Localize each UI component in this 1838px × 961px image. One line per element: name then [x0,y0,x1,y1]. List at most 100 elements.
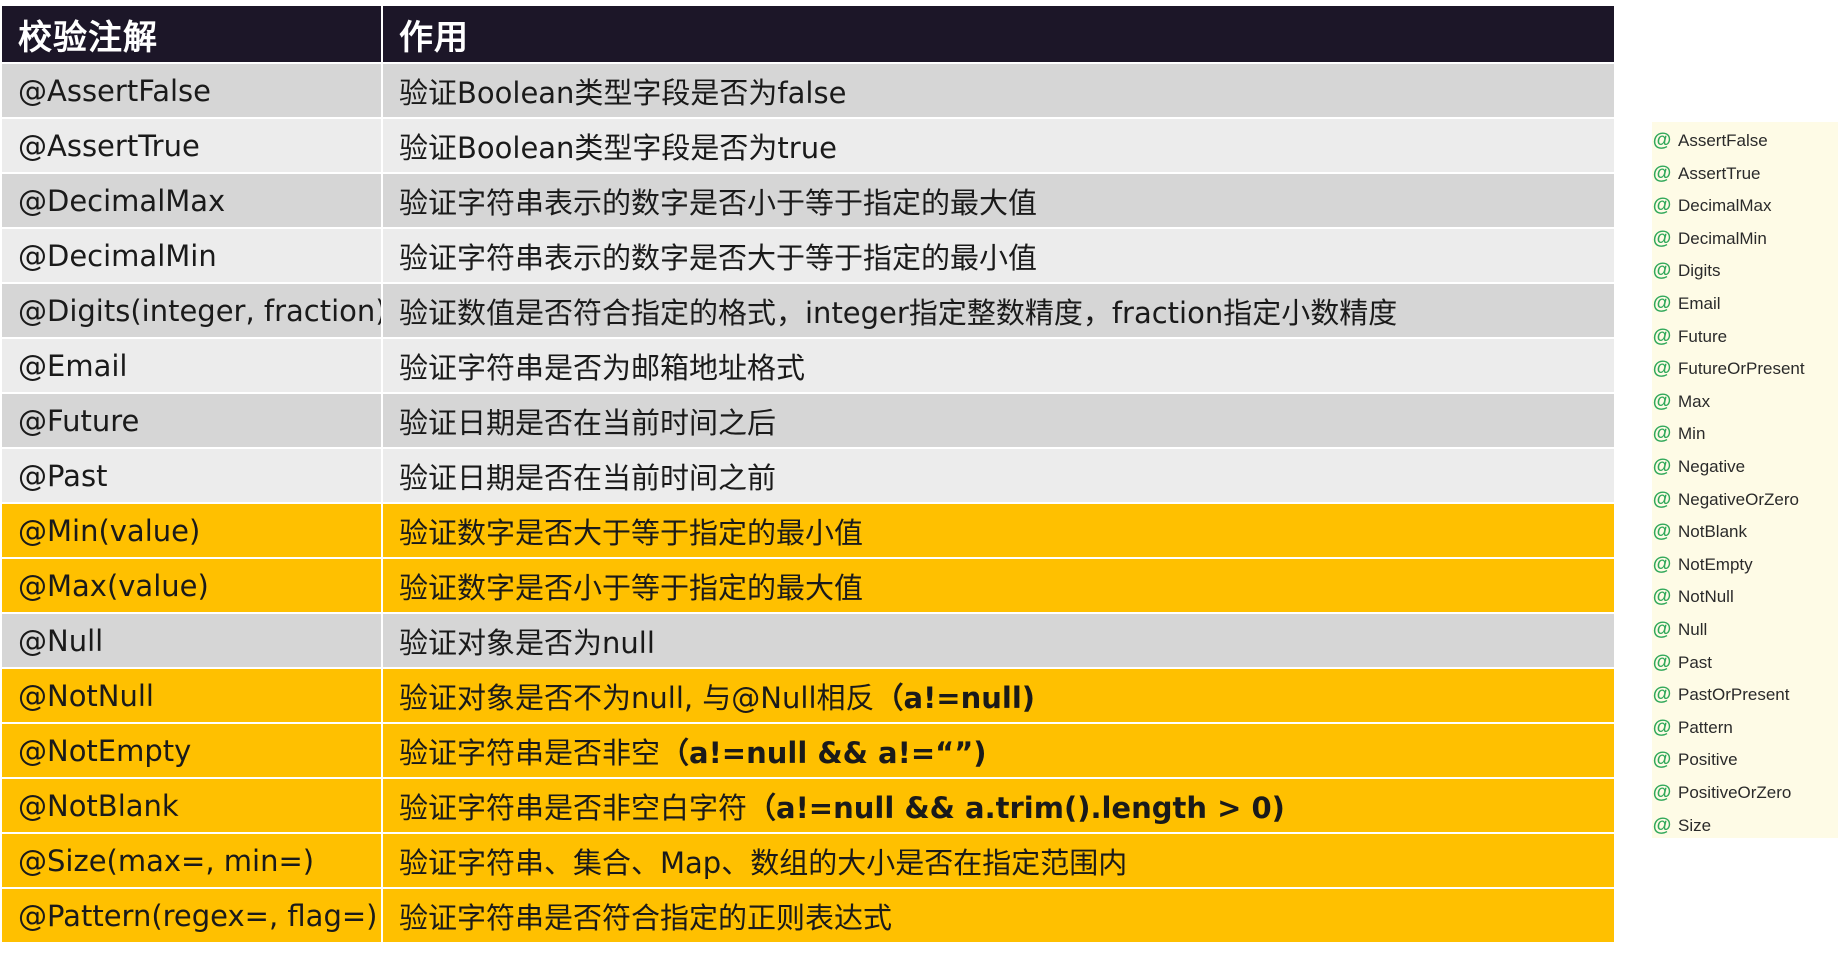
description-text: 验证日期是否在当前时间之后 [399,405,777,440]
autocomplete-item-label: Past [1678,652,1713,672]
description-text: 验证对象是否不为null, 与@Null相反 [399,680,875,715]
table-row: @NotNull 验证对象是否不为null, 与@Null相反（a!=null) [2,669,1614,724]
header-annotation: 校验注解 [2,6,383,64]
autocomplete-item-label: PastOrPresent [1678,685,1790,705]
table-row: @NotEmpty 验证字符串是否非空（a!=null && a!=“”) [2,724,1614,779]
autocomplete-item-label: NotEmpty [1678,554,1753,574]
description-cell: 验证对象是否为null [383,614,1614,669]
autocomplete-item[interactable]: @ Negative [1652,452,1745,482]
autocomplete-item-label: PositiveOrZero [1678,783,1792,802]
description-text: 验证数字是否小于等于指定的最大值 [399,570,864,605]
autocomplete-item[interactable]: @ Null [1652,615,1708,645]
description-text: 验证对象是否为null [399,625,655,660]
autocomplete-item-label: Future [1678,326,1728,346]
annotation-icon: @ [1652,227,1672,249]
autocomplete-item-label: AssertFalse [1678,131,1768,150]
autocomplete-item[interactable]: @ NotEmpty [1652,550,1753,580]
description-cell: 验证数值是否符合指定的格式，integer指定整数精度，fraction指定小数… [383,284,1614,339]
annotation-icon: @ [1652,456,1672,477]
autocomplete-item[interactable]: @ Min [1652,419,1706,449]
annotation-cell: @Max(value) [2,559,383,614]
autocomplete-item[interactable]: @ Positive [1652,745,1738,775]
description-condition: （a!=null && a!=“”) [660,735,987,770]
annotation-icon: @ [1652,586,1672,608]
autocomplete-item[interactable]: @ AssertFalse [1652,126,1768,156]
autocomplete-item[interactable]: @ NotNull [1652,582,1734,612]
autocomplete-item[interactable]: @ Future [1652,322,1727,352]
autocomplete-item-label: Digits [1678,261,1721,281]
annotation-icon: @ [1652,423,1672,445]
autocomplete-item[interactable]: @ DecimalMin [1652,224,1767,254]
autocomplete-item-label: NegativeOrZero [1678,489,1799,509]
description-text: 验证字符串是否为邮箱地址格式 [399,350,806,385]
autocomplete-item-label: Pattern [1678,717,1733,737]
autocomplete-item[interactable]: @ PastOrPresent [1652,680,1790,710]
annotation-icon: @ [1652,684,1672,706]
annotation-cell: @Past [2,449,383,504]
annotation-cell: @Null [2,614,383,669]
table-row: @AssertTrue 验证Boolean类型字段是否为true [2,119,1614,174]
autocomplete-item[interactable]: @ AssertTrue [1652,159,1761,189]
description-cell: 验证数字是否小于等于指定的最大值 [383,559,1614,614]
autocomplete-item-label: Min [1678,424,1706,444]
autocomplete-item-label: Positive [1678,750,1738,770]
autocomplete-item[interactable]: @ Email [1652,289,1721,319]
table-row: @AssertFalse 验证Boolean类型字段是否为false [2,64,1614,119]
autocomplete-item-label: DecimalMax [1678,196,1772,216]
autocomplete-item[interactable]: @ FutureOrPresent [1652,354,1805,384]
annotation-cell: @Future [2,394,383,449]
annotation-icon: @ [1652,260,1672,282]
description-text: 验证Boolean类型字段是否为false [399,75,847,110]
annotation-autocomplete-list: @ AssertFalse @ AssertTrue @ DecimalMax @ Decim… [1652,122,1838,838]
autocomplete-item[interactable]: @ Size [1652,811,1711,838]
annotation-icon: @ [1652,162,1672,184]
annotation-icon: @ [1652,390,1672,412]
annotation-cell: @AssertTrue [2,119,383,174]
table-row: @Future 验证日期是否在当前时间之后 [2,394,1614,449]
autocomplete-item[interactable]: @ NotBlank [1652,517,1747,547]
table-row: @NotBlank 验证字符串是否非空白字符（a!=null && a.trim(… [2,779,1614,834]
description-text: 验证数值是否符合指定的格式，integer指定整数精度，fraction指定小数… [399,295,1398,330]
table-row: @Past 验证日期是否在当前时间之前 [2,449,1614,504]
description-cell: 验证日期是否在当前时间之后 [383,394,1614,449]
autocomplete-item[interactable]: @ DecimalMax [1652,191,1772,221]
description-cell: 验证对象是否不为null, 与@Null相反（a!=null) [383,669,1614,724]
annotation-cell: @NotNull [2,669,383,724]
autocomplete-item-label: NotNull [1678,587,1734,607]
description-cell: 验证字符串是否符合指定的正则表达式 [383,889,1614,944]
autocomplete-item[interactable]: @ Max [1652,387,1710,417]
annotation-icon: @ [1652,521,1672,543]
autocomplete-item-label: Null [1678,620,1708,639]
description-text: 验证字符串是否符合指定的正则表达式 [399,900,893,935]
description-text: 验证Boolean类型字段是否为true [399,130,837,165]
description-cell: 验证数字是否大于等于指定的最小值 [383,504,1614,559]
description-text: 验证日期是否在当前时间之前 [399,460,777,495]
description-text: 验证字符串表示的数字是否小于等于指定的最大值 [399,185,1038,220]
annotation-icon: @ [1652,619,1672,640]
autocomplete-item[interactable]: @ PositiveOrZero [1652,778,1792,808]
description-cell: 验证字符串是否非空（a!=null && a!=“”) [383,724,1614,779]
annotation-icon: @ [1652,814,1672,836]
description-cell: 验证Boolean类型字段是否为false [383,64,1614,119]
annotation-icon: @ [1652,130,1672,151]
description-cell: 验证Boolean类型字段是否为true [383,119,1614,174]
autocomplete-item[interactable]: @ NegativeOrZero [1652,485,1799,515]
table-row: @Max(value) 验证数字是否小于等于指定的最大值 [2,559,1614,614]
autocomplete-item[interactable]: @ Past [1652,648,1712,678]
annotation-icon: @ [1652,488,1672,510]
autocomplete-item[interactable]: @ Digits [1652,256,1721,286]
autocomplete-item-label: AssertTrue [1678,163,1761,183]
annotation-icon: @ [1652,293,1672,314]
autocomplete-item-label: DecimalMin [1678,228,1767,248]
annotation-cell: @Pattern(regex=, flag=) [2,889,383,944]
annotation-icon: @ [1652,651,1672,673]
description-cell: 验证日期是否在当前时间之前 [383,449,1614,504]
autocomplete-item[interactable]: @ Pattern [1652,713,1733,743]
table-row: @DecimalMin 验证字符串表示的数字是否大于等于指定的最小值 [2,229,1614,284]
table-row: @Null 验证对象是否为null [2,614,1614,669]
annotation-icon: @ [1652,749,1672,771]
annotation-cell: @NotEmpty [2,724,383,779]
autocomplete-item-label: NotBlank [1678,522,1747,542]
validation-annotations-table: 校验注解 作用 @AssertFalse 验证Boolean类型字段是否为fals… [2,6,1614,944]
annotation-cell: @Size(max=, min=) [2,834,383,889]
